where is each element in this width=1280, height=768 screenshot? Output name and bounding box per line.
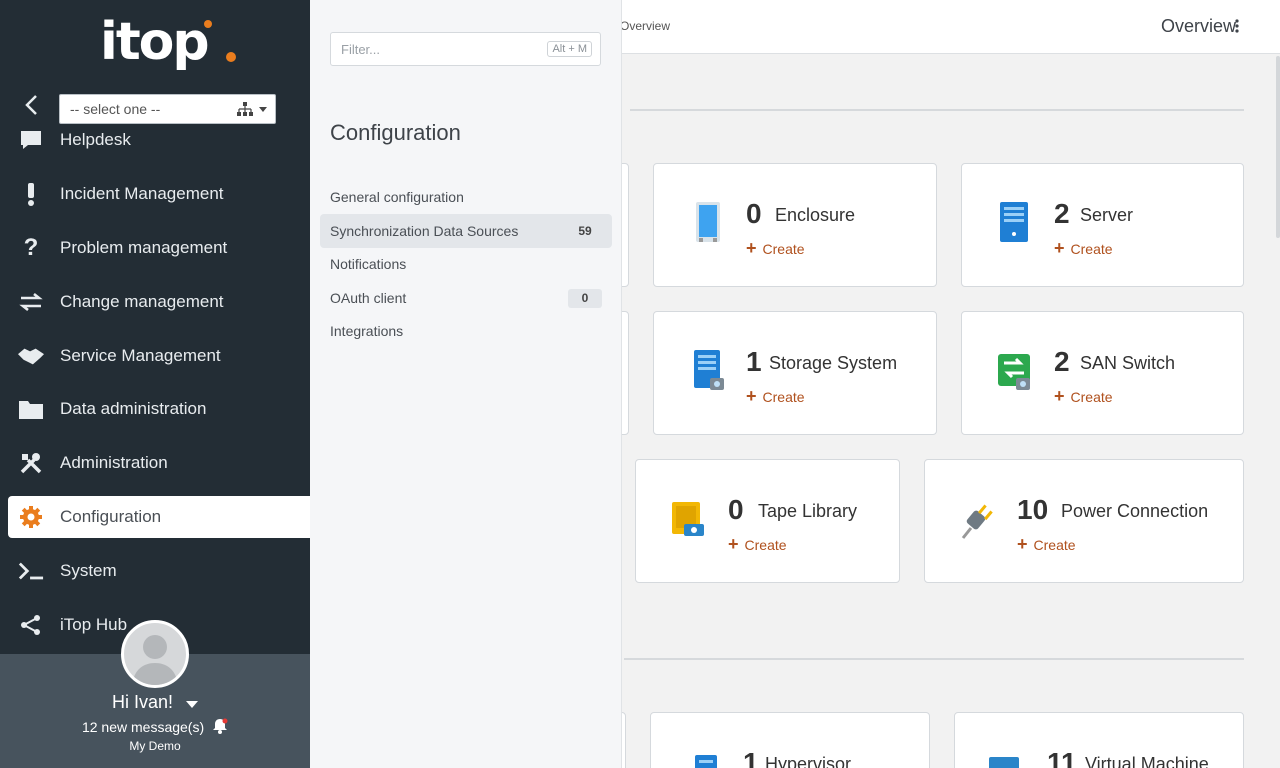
itop-logo[interactable]: itop [100, 8, 240, 80]
submenu-item-synchronization-data-sources[interactable]: Synchronization Data Sources 59 [320, 214, 612, 248]
menu-item-incident-management[interactable]: Incident Management [8, 173, 310, 215]
san-switch-icon [998, 354, 1030, 390]
menu-item-service-management[interactable]: Service Management [8, 335, 310, 377]
comment-icon [18, 127, 44, 153]
card-name: Tape Library [758, 501, 858, 521]
caret-down-icon [186, 701, 199, 708]
section-divider [624, 658, 1244, 660]
create-link[interactable]: + Create [1017, 534, 1076, 555]
card-count: 0 [746, 198, 762, 229]
submenu-item-general-configuration[interactable]: General configuration [320, 180, 612, 214]
menu-item-helpdesk[interactable]: Helpdesk [8, 119, 310, 161]
card-san-switch[interactable]: 2 SAN Switch + Create [961, 311, 1244, 435]
vm-icon [989, 757, 1019, 768]
count-badge: 0 [568, 289, 602, 308]
top-bar: Overview Overview [620, 0, 1280, 54]
tape-library-icon [672, 502, 704, 536]
card-power-connection[interactable]: 10 Power Connection + Create [924, 459, 1244, 583]
hierarchy-icon[interactable] [237, 102, 253, 116]
terminal-icon [18, 558, 44, 584]
more-menu-icon[interactable] [1234, 18, 1240, 34]
create-link[interactable]: + Create [728, 534, 787, 555]
create-link[interactable]: + Create [746, 238, 805, 259]
card-name: Hypervisor [765, 754, 852, 768]
page-title: Overview [1160, 16, 1236, 36]
gear-icon [18, 504, 44, 530]
card-name: SAN Switch [1080, 353, 1176, 373]
hypervisor-icon [695, 755, 717, 768]
enclosure-icon [696, 202, 720, 242]
submenu-item-label: OAuth client [330, 290, 407, 306]
main-navigation: itop -- select one -- Helpdesk Incident … [0, 0, 310, 768]
card-hypervisor[interactable]: 1 Hypervisor [650, 712, 930, 768]
submenu-item-label: Integrations [330, 323, 404, 339]
chevron-left-icon [25, 95, 37, 115]
menu-item-change-management[interactable]: Change management [8, 281, 310, 323]
share-icon [18, 612, 44, 638]
menu-item-system[interactable]: System [8, 550, 310, 592]
folder-icon [18, 396, 44, 422]
question-icon: ? [23, 234, 39, 261]
card-count: 2 [1054, 198, 1070, 229]
create-link[interactable]: + Create [1054, 238, 1113, 259]
user-greeting[interactable]: Hi Ivan! [0, 692, 310, 713]
submenu-item-integrations[interactable]: Integrations [320, 314, 612, 348]
menu-item-data-administration[interactable]: Data administration [8, 388, 310, 430]
menu-item-administration[interactable]: Administration [8, 442, 310, 484]
card-count: 1 [743, 747, 759, 768]
power-plug-icon [961, 504, 993, 539]
avatar[interactable] [121, 620, 189, 688]
scrollbar[interactable] [1276, 56, 1280, 238]
card-count: 10 [1017, 494, 1049, 525]
handshake-icon [18, 343, 44, 369]
card-name: Virtual Machine [1085, 754, 1209, 768]
tools-icon [18, 450, 44, 476]
menu-item-problem-management[interactable]: ? Problem management [8, 227, 310, 269]
submenu-flyout: Filter... Alt + M Configuration General … [310, 0, 622, 768]
card-name: Storage System [769, 353, 898, 373]
submenu-item-label: Notifications [330, 256, 407, 272]
submenu-item-label: General configuration [330, 189, 464, 205]
card-storage-system[interactable]: 1 Storage System + Create [653, 311, 937, 435]
card-virtual-machine[interactable]: 11 Virtual Machine [954, 712, 1244, 768]
server-icon [1000, 202, 1028, 242]
caret-down-icon [259, 106, 267, 112]
collapse-menu-button[interactable] [18, 92, 44, 118]
card-count: 11 [1047, 747, 1077, 768]
create-link[interactable]: + Create [1054, 386, 1113, 407]
count-badge: 59 [578, 224, 592, 238]
create-link[interactable]: + Create [746, 386, 805, 407]
shortcut-hint: Alt + M [547, 41, 592, 57]
exclamation-icon [18, 181, 44, 207]
exchange-icon [18, 289, 44, 315]
card-tape-library[interactable]: 0 Tape Library + Create [635, 459, 900, 583]
card-count: 1 [746, 346, 762, 377]
card-name: Enclosure [775, 205, 856, 225]
storage-icon [694, 350, 724, 390]
submenu-title: Configuration [330, 120, 461, 145]
card-name: Server [1080, 205, 1134, 225]
card-count: 0 [728, 494, 744, 525]
notifications-link[interactable]: 12 new message(s) [0, 718, 310, 735]
breadcrumb[interactable]: Overview [620, 19, 670, 33]
card-enclosure[interactable]: 0 Enclosure + Create [653, 163, 937, 287]
card-name: Power Connection [1061, 501, 1209, 521]
organization-name: My Demo [129, 739, 181, 753]
card-count: 2 [1054, 346, 1070, 377]
menu-filter-input[interactable]: Filter... Alt + M [330, 32, 601, 66]
card-server[interactable]: 2 Server + Create [961, 163, 1244, 287]
bell-icon [213, 718, 228, 734]
menu-item-configuration[interactable]: Configuration [8, 496, 310, 538]
submenu-item-label: Synchronization Data Sources [330, 223, 519, 239]
submenu-item-oauth-client[interactable]: OAuth client 0 [320, 281, 612, 315]
submenu-item-notifications[interactable]: Notifications [320, 247, 612, 281]
section-divider [630, 109, 1244, 111]
